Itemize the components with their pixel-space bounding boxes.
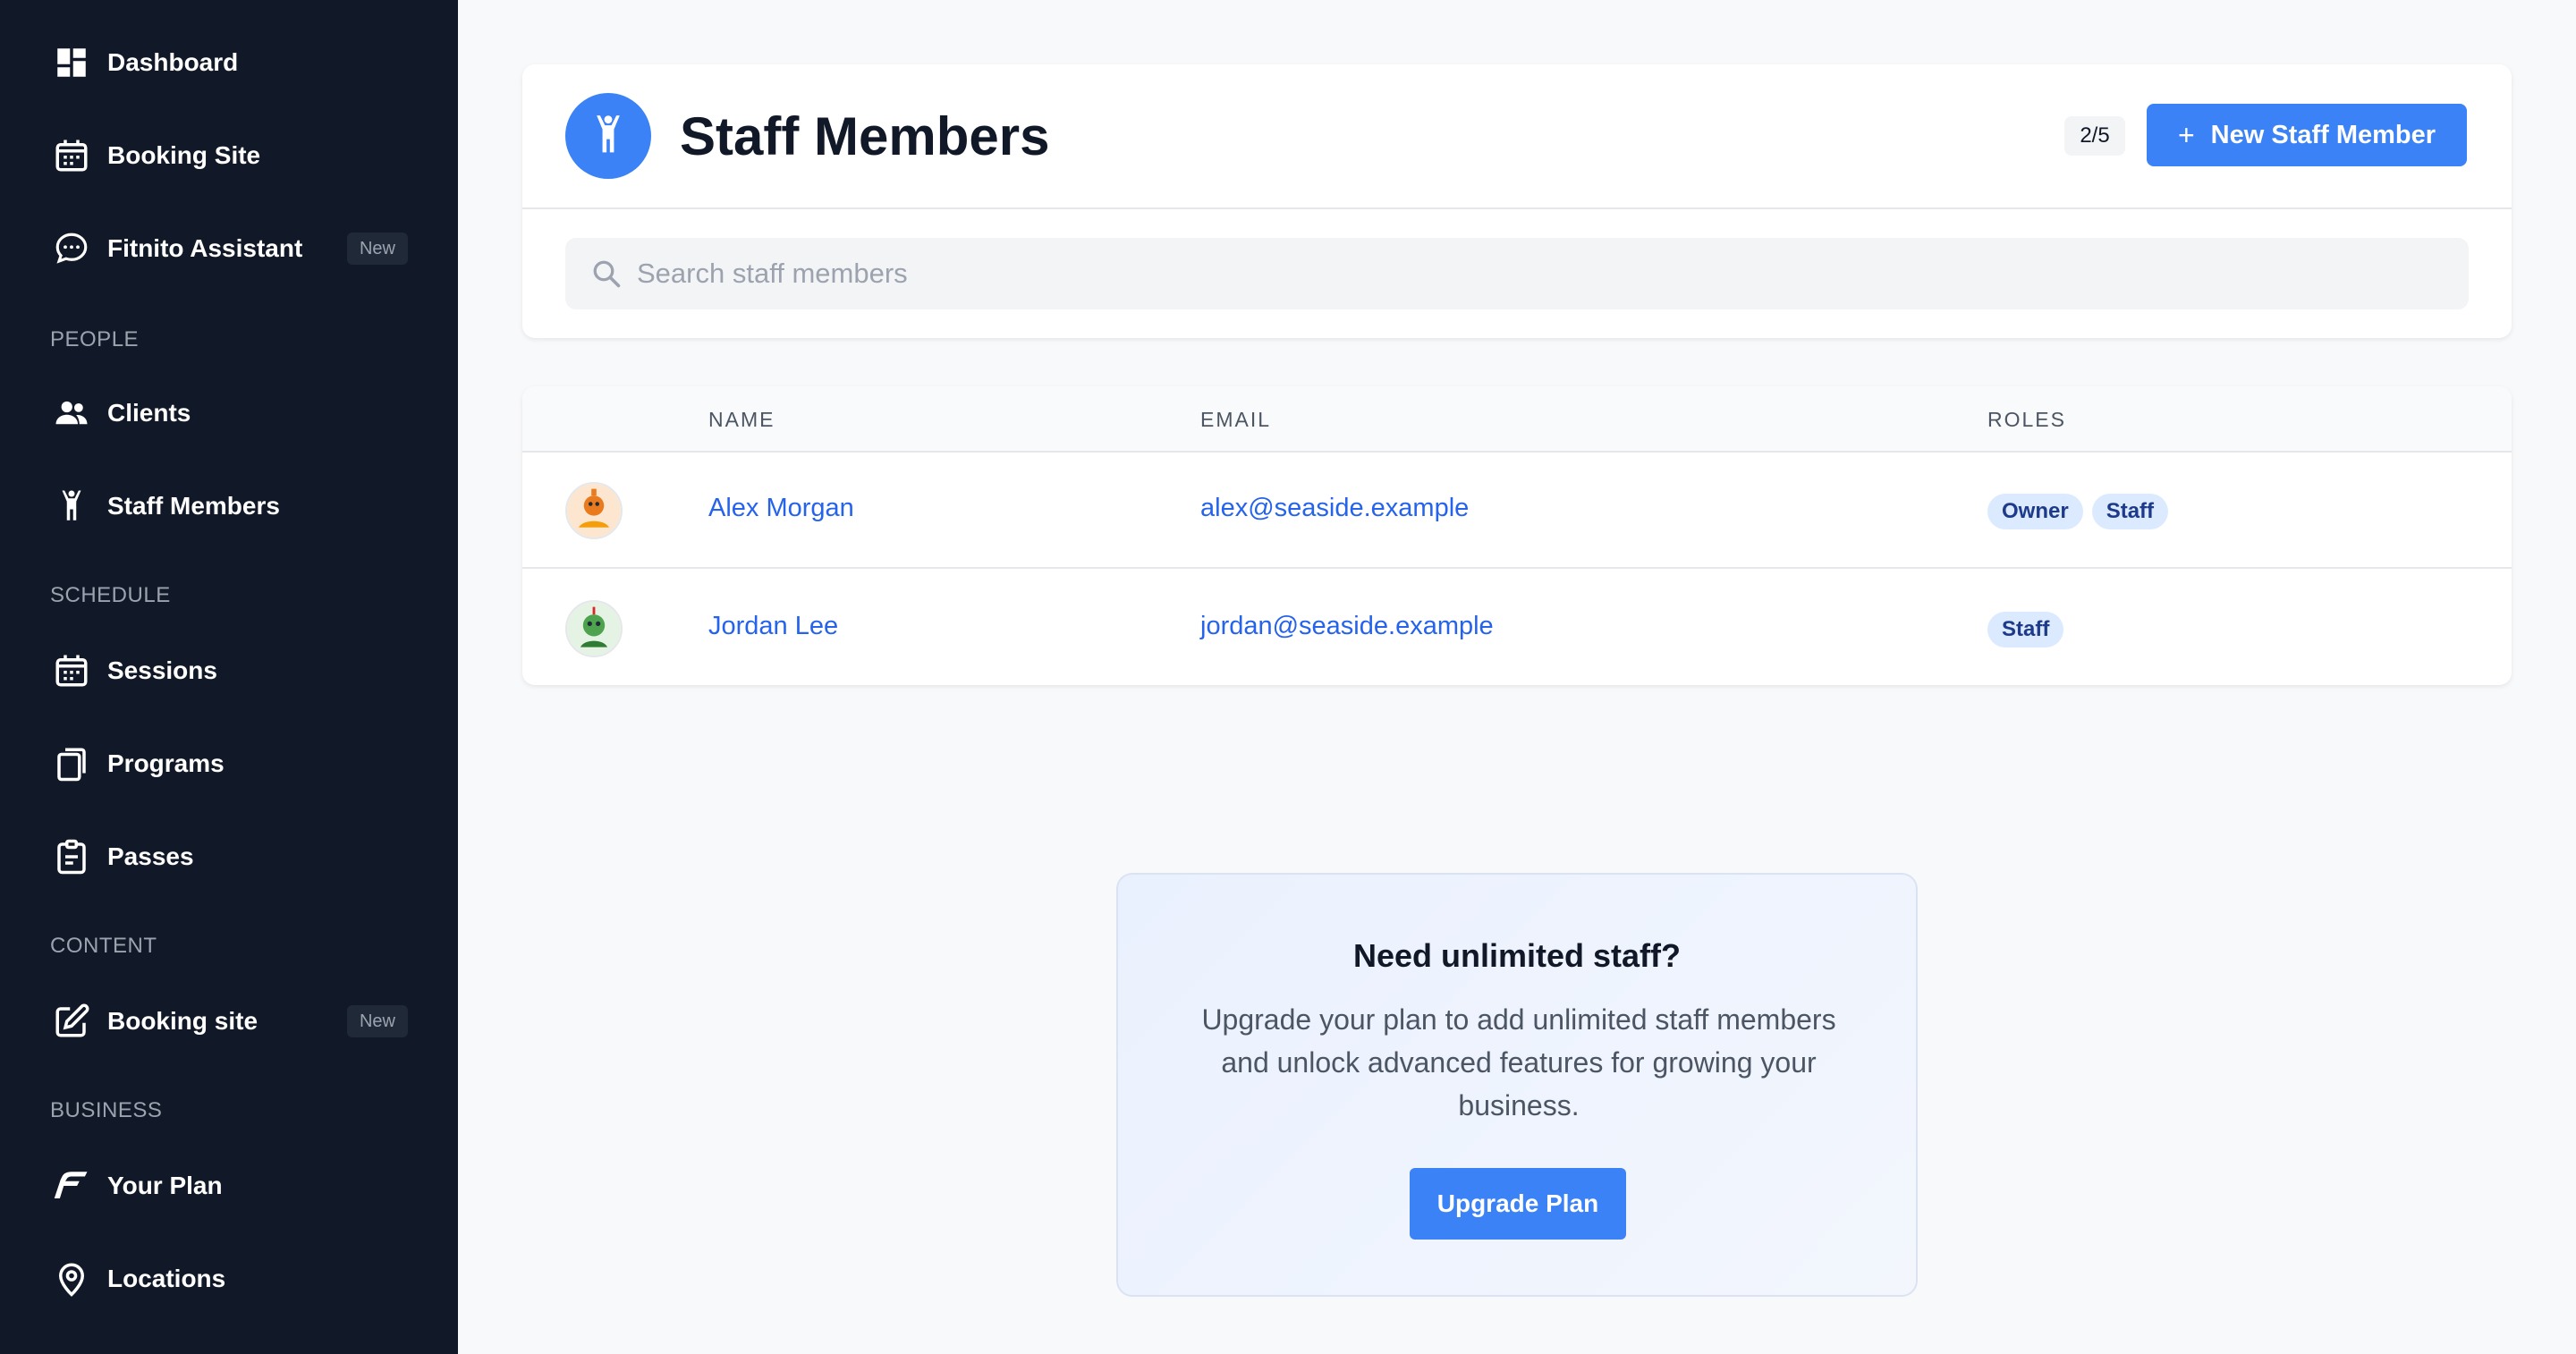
roles-list: Staff bbox=[1987, 612, 2072, 647]
sidebar: Dashboard Booking Site Fitnito Assistant… bbox=[0, 0, 458, 1354]
table-header: NAME EMAIL ROLES bbox=[522, 386, 2512, 453]
avatar bbox=[565, 482, 623, 539]
sidebar-item-dashboard[interactable]: Dashboard bbox=[50, 34, 408, 91]
clipboard-icon bbox=[50, 835, 93, 878]
sidebar-item-staff-members[interactable]: Staff Members bbox=[50, 478, 408, 535]
table-row[interactable]: Alex Morgan alex@seaside.example Owner S… bbox=[522, 453, 2512, 569]
person-arms-up-icon bbox=[565, 93, 651, 179]
sidebar-item-fitnito-assistant[interactable]: Fitnito Assistant New bbox=[50, 220, 408, 277]
calendar-icon bbox=[50, 134, 93, 177]
sidebar-item-label: Dashboard bbox=[107, 48, 239, 76]
sidebar-item-label: Booking Site bbox=[107, 141, 261, 169]
search-box[interactable] bbox=[565, 238, 2469, 309]
new-badge: New bbox=[346, 233, 408, 265]
sidebar-item-label: Your Plan bbox=[107, 1172, 223, 1199]
staff-table: NAME EMAIL ROLES Alex Morgan alex@seasid… bbox=[522, 386, 2512, 685]
staff-count-badge: 2/5 bbox=[2064, 116, 2125, 156]
header-card: Staff Members 2/5 + New Staff Member bbox=[522, 64, 2512, 338]
person-arms-up-icon bbox=[50, 485, 93, 528]
avatar bbox=[565, 600, 623, 657]
staff-email-link[interactable]: jordan@seaside.example bbox=[1200, 612, 1494, 641]
sidebar-item-passes[interactable]: Passes bbox=[50, 828, 408, 885]
upgrade-plan-button[interactable]: Upgrade Plan bbox=[1410, 1168, 1626, 1240]
search-input[interactable] bbox=[637, 258, 2336, 290]
staff-email-link[interactable]: alex@seaside.example bbox=[1200, 494, 1469, 523]
sidebar-item-your-plan[interactable]: Your Plan bbox=[50, 1157, 408, 1214]
upgrade-title: Need unlimited staff? bbox=[1352, 937, 1682, 974]
clipboard-copy-icon bbox=[50, 742, 93, 785]
sidebar-item-label: Sessions bbox=[107, 656, 217, 684]
column-header-email: EMAIL bbox=[1200, 408, 1272, 431]
sidebar-item-programs[interactable]: Programs bbox=[50, 735, 408, 792]
staff-name-link[interactable]: Jordan Lee bbox=[708, 612, 838, 641]
column-header-name: NAME bbox=[708, 408, 775, 431]
section-label-people: PEOPLE bbox=[50, 327, 140, 351]
calendar-icon bbox=[50, 649, 93, 692]
sidebar-item-booking-site-content[interactable]: Booking site New bbox=[50, 993, 408, 1050]
sidebar-item-locations[interactable]: Locations bbox=[50, 1250, 408, 1307]
upgrade-card: Need unlimited staff? Upgrade your plan … bbox=[1116, 873, 1918, 1297]
section-label-business: BUSINESS bbox=[50, 1098, 163, 1122]
role-badge: Staff bbox=[1987, 612, 2064, 647]
plus-icon: + bbox=[2177, 118, 2195, 151]
sidebar-item-label: Programs bbox=[107, 749, 225, 777]
sidebar-item-sessions[interactable]: Sessions bbox=[50, 642, 408, 699]
search-icon bbox=[589, 256, 624, 292]
new-badge: New bbox=[346, 1005, 408, 1037]
sidebar-item-label: Fitnito Assistant bbox=[107, 234, 303, 262]
new-staff-member-label: New Staff Member bbox=[2210, 120, 2436, 149]
sidebar-item-label: Locations bbox=[107, 1265, 226, 1292]
users-icon bbox=[50, 392, 93, 435]
upgrade-description: Upgrade your plan to add unlimited staff… bbox=[1201, 1003, 1836, 1121]
sidebar-item-clients[interactable]: Clients bbox=[50, 385, 408, 442]
edit-icon bbox=[50, 1000, 93, 1043]
sidebar-item-label: Staff Members bbox=[107, 492, 280, 520]
table-row[interactable]: Jordan Lee jordan@seaside.example Staff bbox=[522, 571, 2512, 685]
dashboard-icon bbox=[50, 41, 93, 84]
role-badge: Owner bbox=[1987, 494, 2083, 529]
new-staff-member-button[interactable]: + New Staff Member bbox=[2147, 104, 2467, 166]
sidebar-item-label: Passes bbox=[107, 842, 194, 870]
sidebar-item-label: Booking site bbox=[107, 1007, 258, 1035]
header-divider bbox=[522, 207, 2512, 209]
column-header-roles: ROLES bbox=[1987, 408, 2066, 431]
chat-icon bbox=[50, 227, 93, 270]
brand-f-icon bbox=[50, 1164, 93, 1207]
roles-list: Owner Staff bbox=[1987, 494, 2177, 529]
sidebar-item-booking-site[interactable]: Booking Site bbox=[50, 127, 408, 184]
section-label-content: CONTENT bbox=[50, 934, 157, 958]
location-pin-icon bbox=[50, 1257, 93, 1300]
sidebar-item-label: Clients bbox=[107, 399, 191, 427]
page-title: Staff Members bbox=[680, 106, 1050, 166]
staff-name-link[interactable]: Alex Morgan bbox=[708, 494, 854, 523]
role-badge: Staff bbox=[2091, 494, 2169, 529]
section-label-schedule: SCHEDULE bbox=[50, 583, 171, 607]
